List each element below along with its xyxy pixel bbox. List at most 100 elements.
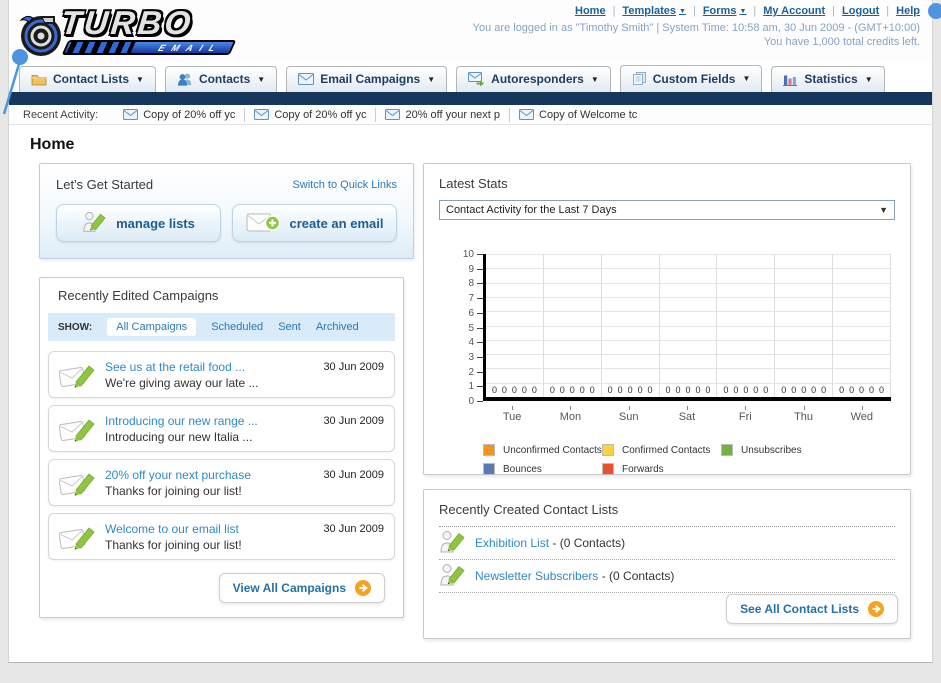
chart-legend: Unconfirmed Contacts Confirmed Contacts … [483, 444, 895, 475]
top-nav-link[interactable]: My Account ▼ [763, 5, 825, 17]
recent-activity-item-label: Copy of 20% off yc [274, 108, 367, 121]
person-pencil-icon [440, 531, 465, 553]
stats-period-select[interactable]: Contact Activity for the Last 7 Days ▼ [439, 200, 895, 220]
credits-text: You have 1,000 total credits left. [763, 36, 920, 48]
view-all-campaigns-button[interactable]: View All Campaigns [218, 573, 385, 603]
campaign-card[interactable]: 20% off your next purchase Thanks for jo… [48, 459, 395, 506]
campaigns-filter-bar: SHOW: All Campaigns Scheduled Sent Archi… [48, 313, 395, 341]
recent-activity-item[interactable]: Copy of 20% off yc [114, 108, 244, 122]
tab-custom-fields[interactable]: Custom Fields ▼ [619, 65, 763, 92]
campaign-list: See us at the retail food ... We're givi… [48, 351, 395, 560]
tab-autoresponders[interactable]: Autoresponders ▼ [456, 66, 611, 92]
campaign-filter[interactable]: Scheduled [211, 321, 263, 333]
switch-quick-links-link[interactable]: Switch to Quick Links [292, 179, 397, 191]
chevron-down-icon: ▼ [427, 74, 436, 84]
tab-contact-lists[interactable]: Contact Lists ▼ [19, 66, 156, 92]
tab-statistics[interactable]: Statistics ▼ [771, 66, 885, 92]
contact-list-count: - (0 Contacts) [549, 536, 626, 550]
top-nav-link[interactable]: Home ▼ [575, 5, 606, 17]
campaign-date: 30 Jun 2009 [323, 361, 384, 373]
turbo-email-logo: TURBO EMAIL [19, 4, 244, 58]
campaign-subtitle: We're giving away our late ... [105, 375, 259, 390]
top-nav-link[interactable]: Templates ▼ [622, 5, 686, 17]
recent-activity-item[interactable]: Copy of 20% off yc [244, 107, 375, 122]
tab-contacts[interactable]: Contacts ▼ [164, 66, 278, 92]
campaign-title-link[interactable]: 20% off your next purchase [105, 468, 313, 482]
chart-plot-area: 00000000000000000000000000000000000 [483, 254, 892, 401]
top-nav-link-label: Forms [702, 5, 737, 17]
contact-list-item[interactable]: Exhibition List - (0 Contacts) [439, 527, 895, 560]
top-nav-link-label: Home [575, 5, 606, 17]
campaign-card[interactable]: Welcome to our email list Thanks for joi… [48, 513, 395, 560]
campaign-title-link[interactable]: Welcome to our email list [105, 522, 313, 536]
recent-activity-item-label: 20% off your next p [405, 108, 501, 121]
envelope-pencil-icon [59, 526, 95, 549]
legend-label: Bounces [503, 463, 542, 475]
left-column: Let's Get Started Switch to Quick Links … [39, 163, 414, 618]
recent-activity-items: Copy of 20% off yc Copy of 20% off yc 20… [114, 105, 646, 124]
stats-period-value: Contact Activity for the Last 7 Days [446, 204, 617, 216]
legend-item: Unconfirmed Contacts [483, 444, 602, 456]
top-nav-link[interactable]: Help ▼ [896, 5, 920, 17]
contact-list-item[interactable]: Newsletter Subscribers - (0 Contacts) [439, 560, 895, 593]
campaign-subtitle: Thanks for joining our list! [105, 537, 242, 552]
tab-email-campaigns[interactable]: Email Campaigns ▼ [286, 66, 448, 92]
campaign-filter[interactable]: Archived [316, 321, 359, 333]
campaign-title-link[interactable]: See us at the retail food ... [105, 360, 313, 374]
campaign-date: 30 Jun 2009 [323, 469, 384, 481]
campaign-title-link[interactable]: Introducing our new range ... [105, 414, 313, 428]
recent-activity-item[interactable]: Copy of Welcome tc [509, 107, 646, 122]
create-email-label: create an email [289, 215, 384, 231]
campaign-card-text: See us at the retail food ... We're givi… [105, 360, 313, 390]
campaign-card[interactable]: Introducing our new range ... Introducin… [48, 405, 395, 452]
recently-created-contact-lists-panel: Recently Created Contact Lists Exhibitio… [423, 489, 911, 639]
annotation-pin [928, 3, 941, 19]
tab-label: Contacts [198, 72, 251, 86]
top-nav-link[interactable]: Forms ▼ [703, 5, 747, 17]
legend-label: Unconfirmed Contacts [503, 444, 602, 456]
login-status-text: You are logged in as "Timothy Smith" | S… [472, 22, 920, 34]
logo-word-turbo: TURBO [59, 4, 196, 41]
envelope-icon [123, 109, 139, 120]
top-nav-link[interactable]: Logout ▼ [842, 5, 879, 17]
recent-activity-item[interactable]: 20% off your next p [375, 107, 509, 122]
main-content: Let's Get Started Switch to Quick Links … [9, 163, 932, 639]
annotation-pin [12, 49, 28, 65]
stats-panel-title: Latest Stats [439, 176, 508, 191]
top-nav-item: Help ▼ [879, 5, 920, 17]
arrow-right-icon [355, 580, 371, 596]
header-right: Home ▼ Templates ▼ Forms [473, 5, 920, 48]
campaign-filter[interactable]: Sent [278, 321, 301, 333]
recent-activity-bar: Recent Activity: Copy of 20% off yc Copy… [9, 105, 932, 125]
chevron-down-icon: ▼ [590, 74, 599, 84]
app-window: TURBO EMAIL Home ▼ [8, 0, 933, 663]
top-nav-item: Logout ▼ [825, 5, 879, 17]
contact-list-count: - (0 Contacts) [598, 569, 675, 583]
see-all-contact-lists-button[interactable]: See All Contact Lists [726, 594, 898, 624]
contact-list-link[interactable]: Newsletter Subscribers [475, 569, 598, 583]
top-nav: Home ▼ Templates ▼ Forms [473, 5, 920, 17]
campaign-card[interactable]: See us at the retail food ... We're givi… [48, 351, 395, 398]
recent-activity-item-label: Copy of 20% off yc [143, 108, 236, 121]
campaign-subtitle: Introducing our new Italia ... [105, 429, 253, 444]
manage-lists-label: manage lists [116, 215, 195, 231]
chart-y-axis: 10 9 8 7 6 5 4 3 2 1 0 [439, 249, 483, 407]
envelope-arrow-icon [468, 72, 485, 86]
logo-word-email: EMAIL [156, 42, 225, 53]
top-nav-item: Forms ▼ [686, 5, 747, 17]
person-pencil-icon [440, 564, 465, 586]
manage-lists-button[interactable]: manage lists [56, 204, 221, 242]
campaign-filter[interactable]: All Campaigns [107, 318, 197, 336]
get-started-title: Let's Get Started [56, 177, 154, 192]
top-nav-link-label: Templates [622, 5, 677, 17]
top-nav-item: My Account ▼ [746, 5, 825, 17]
legend-item: Forwards [602, 463, 721, 475]
top-nav-link-label: Help [896, 5, 920, 17]
top-nav-link-label: My Account [763, 5, 826, 17]
create-email-button[interactable]: create an email [232, 204, 397, 242]
envelope-plus-icon [246, 213, 280, 232]
legend-item: Confirmed Contacts [602, 444, 721, 456]
envelope-pencil-icon [59, 418, 95, 441]
legend-swatch [602, 463, 614, 475]
contact-list-link[interactable]: Exhibition List [475, 536, 549, 550]
